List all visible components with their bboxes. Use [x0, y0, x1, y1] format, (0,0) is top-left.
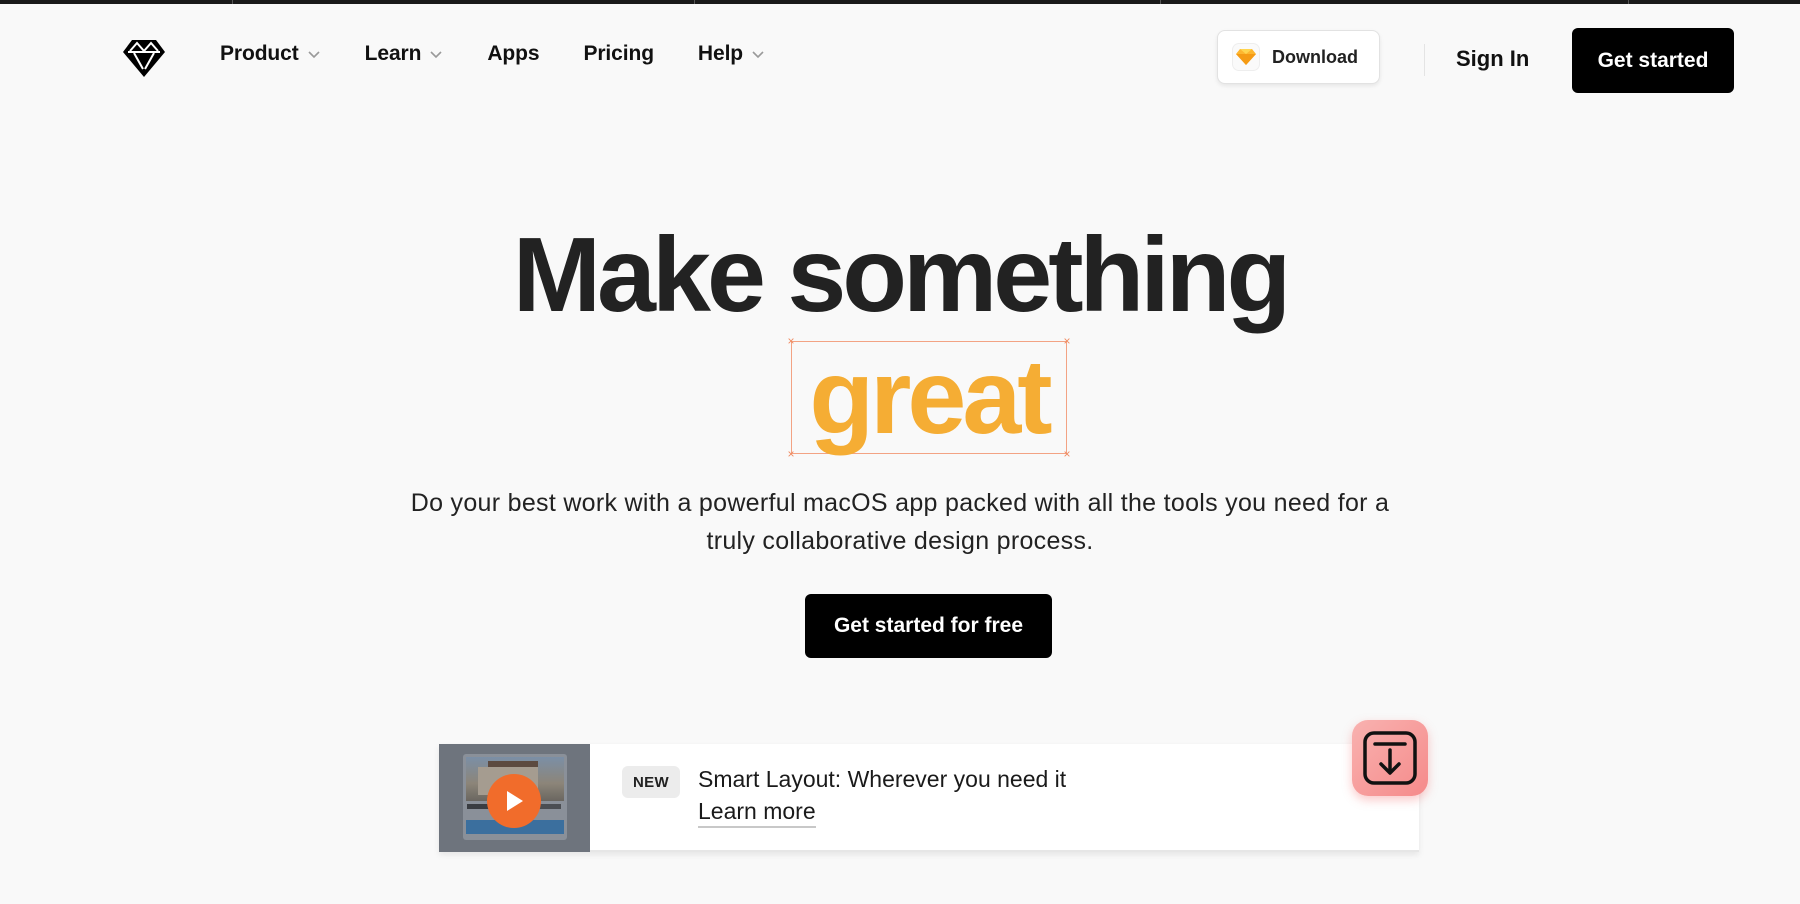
hero-subtitle: Do your best work with a powerful macOS …: [410, 489, 1390, 555]
chevron-down-icon: [752, 51, 764, 59]
thumbnail-price: [539, 804, 561, 809]
nav-item-apps[interactable]: Apps: [487, 42, 539, 66]
nav-item-help[interactable]: Help: [698, 42, 765, 66]
nav-item-product[interactable]: Product: [220, 42, 321, 66]
sign-in-link[interactable]: Sign In: [1456, 46, 1529, 72]
nav-item-learn[interactable]: Learn: [365, 42, 444, 66]
new-badge: NEW: [622, 766, 680, 798]
announcement-banner: NEW Smart Layout: Wherever you need it L…: [439, 744, 1419, 852]
selection-handle: ×: [1063, 447, 1071, 461]
get-started-button[interactable]: Get started: [1572, 28, 1734, 93]
nav-item-label: Learn: [364, 42, 422, 65]
nav-item-pricing[interactable]: Pricing: [583, 42, 654, 66]
nav-item-label: Apps: [487, 42, 540, 65]
nav-links: Product Learn Apps Pricing Help: [220, 42, 809, 66]
sketch-app-icon: [1232, 43, 1260, 71]
main-nav: Product Learn Apps Pricing Help Download: [0, 4, 1800, 108]
sketch-logo-icon[interactable]: [122, 38, 166, 78]
nav-divider: [1424, 44, 1425, 76]
hero-highlight-word: great: [809, 338, 1052, 456]
download-button[interactable]: Download: [1217, 30, 1380, 84]
play-button[interactable]: [487, 774, 541, 828]
banner-title: Smart Layout: Wherever you need it: [698, 766, 1067, 792]
video-thumbnail[interactable]: [439, 744, 590, 852]
hero-title: Make something: [512, 216, 1292, 334]
chevron-down-icon: [430, 51, 442, 59]
download-tray-icon: [1363, 731, 1417, 785]
chevron-down-icon: [308, 51, 320, 59]
highlight-selection-box: × × × × great: [787, 335, 1070, 460]
learn-more-link[interactable]: Learn more: [698, 798, 816, 828]
play-icon: [507, 791, 523, 811]
nav-item-label: Product: [220, 42, 299, 65]
get-started-free-button[interactable]: Get started for free: [805, 594, 1052, 658]
download-label: Download: [1272, 46, 1358, 67]
selection-handle: ×: [787, 447, 795, 461]
nav-item-label: Pricing: [583, 42, 654, 65]
download-extension-button[interactable]: [1352, 720, 1428, 796]
nav-item-label: Help: [697, 42, 744, 65]
